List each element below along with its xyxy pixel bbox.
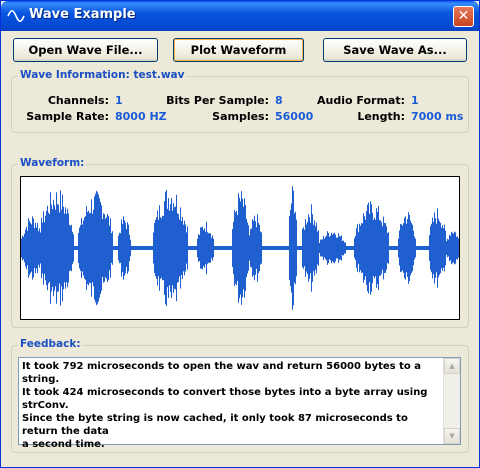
channels-value: 1 xyxy=(115,94,123,107)
waveform-title: Waveform: xyxy=(18,157,87,169)
wave-app-icon xyxy=(7,9,25,23)
feedback-scrollbar[interactable]: ▲ ▼ xyxy=(443,358,460,444)
save-wave-as-button[interactable]: Save Wave As... xyxy=(323,38,467,62)
scroll-down-arrow-icon[interactable]: ▼ xyxy=(444,428,460,444)
feedback-title: Feedback: xyxy=(18,338,83,350)
feedback-text: It took 792 microseconds to open the wav… xyxy=(22,361,428,450)
scroll-up-arrow-icon[interactable]: ▲ xyxy=(444,358,460,374)
window-title: Wave Example xyxy=(29,7,136,22)
bits-per-sample-value: 8 xyxy=(275,94,283,107)
title-bar[interactable]: Wave Example ✕ xyxy=(1,1,479,31)
close-button[interactable]: ✕ xyxy=(453,6,474,27)
app-window: Wave Example ✕ Open Wave File... Plot Wa… xyxy=(0,0,480,468)
sample-rate-label: Sample Rate: xyxy=(26,110,109,123)
audio-format-label: Audio Format: xyxy=(317,94,405,107)
feedback-textbox[interactable]: It took 792 microseconds to open the wav… xyxy=(18,357,461,450)
length-label: Length: xyxy=(357,110,405,123)
plot-waveform-button[interactable]: Plot Waveform xyxy=(173,38,304,62)
waveform-plot xyxy=(20,176,460,320)
wave-information-title: Wave Information: test.wav xyxy=(18,69,187,81)
channels-label: Channels: xyxy=(47,94,109,107)
audio-format-value: 1 xyxy=(411,94,419,107)
waveform-graph xyxy=(21,186,459,310)
open-wave-file-button[interactable]: Open Wave File... xyxy=(13,38,158,62)
samples-label: Samples: xyxy=(212,110,269,123)
samples-value: 56000 xyxy=(275,110,314,123)
sample-rate-value: 8000 HZ xyxy=(115,110,167,123)
bits-per-sample-label: Bits Per Sample: xyxy=(166,94,269,107)
length-value: 7000 ms xyxy=(411,110,464,123)
